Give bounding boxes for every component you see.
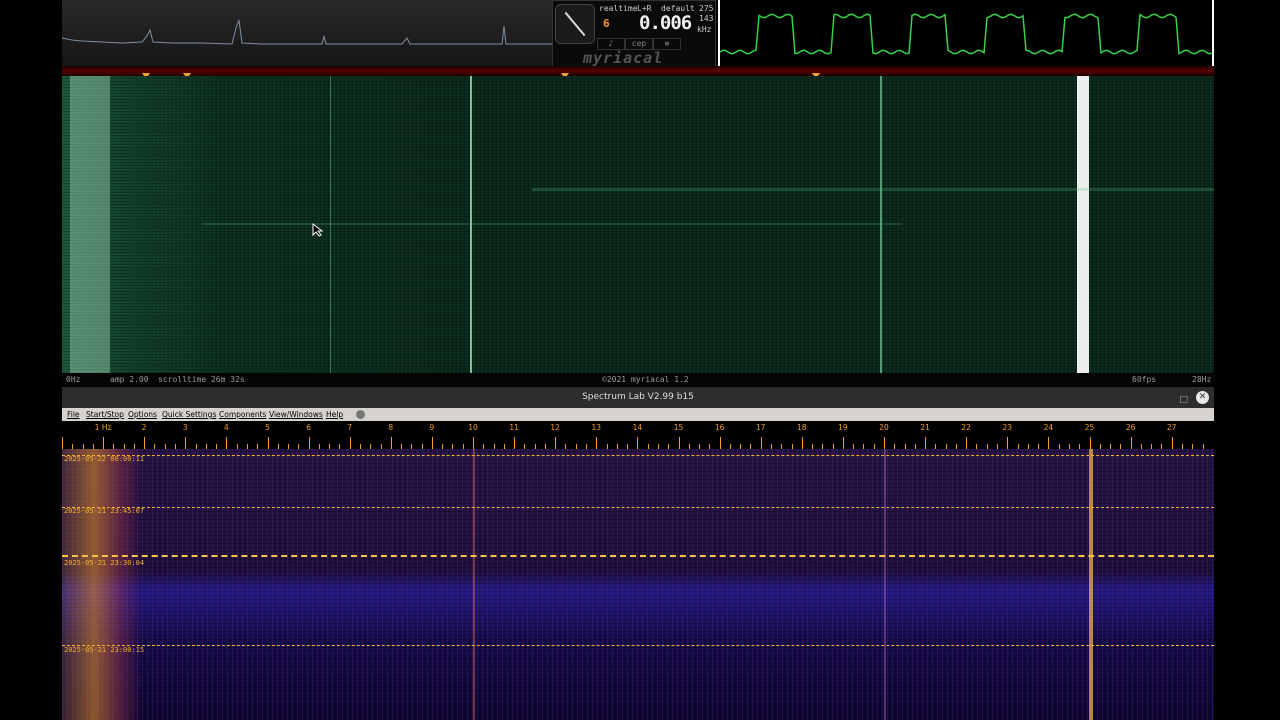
timestamp-label: 2025-05-22 00:00:11: [64, 455, 145, 463]
scale-label: 7: [347, 423, 353, 432]
scale-tick: [185, 437, 187, 449]
time-marker-line: [62, 507, 1214, 508]
peak-hold-band: [62, 66, 1214, 76]
scale-tick: [431, 437, 433, 449]
menu-view-windows[interactable]: View/Windows: [269, 410, 323, 419]
scale-label: 20: [879, 423, 889, 432]
scale-tick: [144, 437, 146, 449]
freq-min-label: 0Hz: [66, 375, 81, 384]
status-indicator-icon: [356, 410, 365, 419]
scale-tick: [842, 437, 844, 449]
scale-tick: [719, 437, 721, 449]
myriacal-logo: myriacal: [583, 49, 664, 67]
scale-tick: [1048, 437, 1050, 449]
scale-label: 27: [1166, 423, 1177, 432]
scale-tick: [678, 437, 680, 449]
scale-tick: [226, 437, 228, 449]
close-button[interactable]: ✕: [1196, 391, 1209, 404]
scale-tick: [473, 437, 474, 449]
scale-label: 1 Hz: [94, 423, 112, 432]
mini-spectrum-display: [62, 0, 552, 68]
scale-tick: [596, 437, 598, 449]
scale-label: 22: [961, 423, 971, 432]
scale-tick: [760, 437, 762, 449]
green-waterfall[interactable]: [62, 76, 1214, 373]
scale-label: 13: [591, 423, 602, 432]
freq-max-label: 28Hz: [1192, 375, 1212, 384]
scale-label: 5: [265, 423, 270, 432]
scale-label: 15: [673, 423, 684, 432]
scale-tick: [1130, 437, 1132, 449]
scale-tick: [637, 437, 639, 449]
scale-tick: [884, 437, 885, 449]
scale-label: 4: [224, 423, 229, 432]
frequency-scale[interactable]: 1 Hz 2 3 4 5 6 7 8 9 10 11 12 13 14 15 16 17 18 19 20 21 22 23…: [62, 421, 1214, 449]
scale-label: 3: [182, 423, 188, 432]
menu-quick-settings[interactable]: Quick Settings: [162, 410, 216, 419]
scale-label: 23: [1002, 423, 1013, 432]
time-marker-line: [62, 455, 1214, 456]
timestamp-label: 2025-05-21 23:00:15: [64, 646, 145, 654]
amber-readout: 6: [603, 17, 610, 30]
scale-tick: [1171, 437, 1173, 449]
scale-label: 16: [714, 423, 725, 432]
scale-label: 6: [306, 423, 311, 432]
scale-label: 12: [550, 423, 560, 432]
scale-tick: [308, 437, 310, 449]
scale-tick: [514, 437, 516, 449]
scale-label: 24: [1043, 423, 1054, 432]
scale-label: 21: [920, 423, 930, 432]
scale-tick: [966, 437, 968, 449]
menu-options[interactable]: Options: [128, 410, 157, 419]
amp-label: amp 2.00: [110, 375, 149, 384]
scrolltime-label: scrolltime 26m 32s: [158, 375, 245, 384]
scale-tick: [62, 437, 63, 449]
scale-tick: [349, 437, 351, 449]
unit-label: kHz: [697, 25, 712, 34]
scale-label: 26: [1125, 423, 1136, 432]
readout-small: 275: [699, 4, 714, 13]
scale-tick: [925, 437, 927, 449]
scale-label: 10: [468, 423, 478, 432]
scale-label: 17: [755, 423, 766, 432]
menu-bar: File Start/Stop Options Quick Settings C…: [62, 408, 1214, 421]
gain-dial[interactable]: [555, 4, 595, 44]
menu-start-stop[interactable]: Start/Stop: [86, 410, 124, 419]
scale-tick: [1089, 437, 1091, 449]
scale-label: 11: [509, 423, 519, 432]
scale-label: 18: [797, 423, 807, 432]
time-marker-line: [62, 645, 1214, 646]
scale-tick: [801, 437, 803, 449]
mode-label: realtime: [599, 4, 638, 13]
scale-tick: [390, 437, 392, 449]
scale-label: 8: [388, 423, 394, 432]
scale-tick: [267, 437, 269, 449]
timestamp-label: 2025-05-21 23:30:04: [64, 559, 145, 567]
scale-label: 14: [632, 423, 643, 432]
spectrum-lab-waterfall[interactable]: 2025-05-22 00:00:11 2025-05-21 23:45:07 …: [62, 449, 1214, 720]
scale-label: 25: [1084, 423, 1095, 432]
timestamp-label: 2025-05-21 23:45:07: [64, 507, 145, 515]
scale-tick: [555, 437, 557, 449]
copyright-label: ©2021 myriacal 1.2: [602, 375, 689, 384]
menu-file[interactable]: File: [67, 410, 80, 419]
time-marker-line: [62, 555, 1214, 557]
analyzer-control-panel: realtime L+R default 275 143 kHz 6 0.006…: [552, 0, 716, 68]
low-frequency-noise: [62, 449, 142, 720]
frequency-readout: 0.006: [639, 12, 692, 34]
scale-tick: [1007, 437, 1009, 449]
oscilloscope-display: [718, 0, 1214, 68]
scale-label: 2: [141, 423, 147, 432]
window-title: Spectrum Lab V2.99 b15: [582, 392, 694, 402]
green-waterfall-footer: 0Hz amp 2.00 scrolltime 26m 32s ©2021 my…: [62, 373, 1214, 385]
menu-help[interactable]: Help: [326, 410, 343, 419]
scale-tick: [103, 437, 105, 449]
window-titlebar[interactable]: Spectrum Lab V2.99 b15 □ ✕: [62, 387, 1214, 408]
scale-label: 19: [838, 423, 848, 432]
scale-label: 9: [429, 423, 435, 432]
mouse-cursor-icon: [312, 222, 324, 241]
menu-components[interactable]: Components: [219, 410, 266, 419]
fps-label: 60fps: [1132, 375, 1157, 384]
readout-small-2: 143: [699, 14, 714, 23]
